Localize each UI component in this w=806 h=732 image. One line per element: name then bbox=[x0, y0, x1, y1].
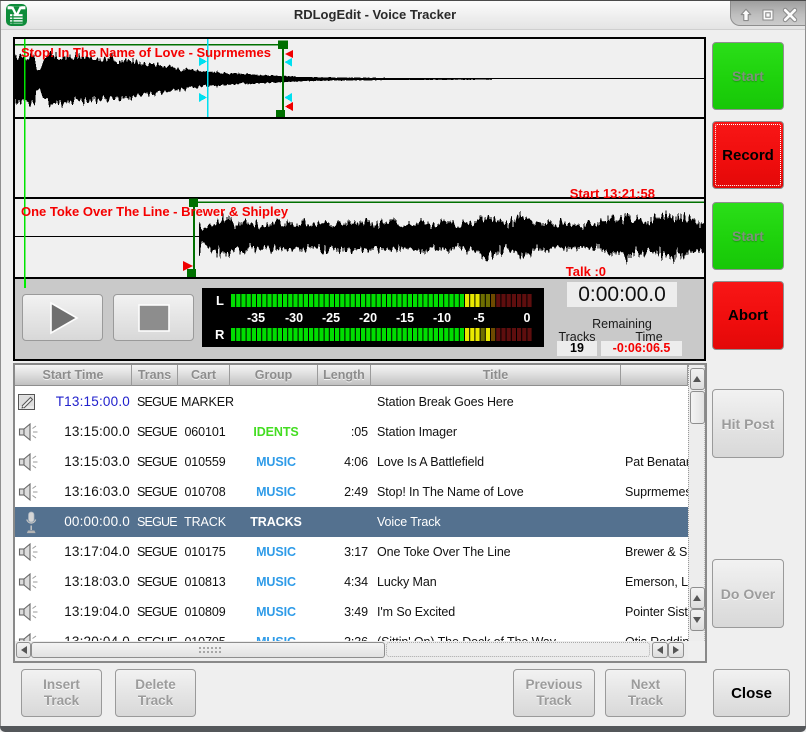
svg-text:-30: -30 bbox=[285, 311, 303, 325]
svg-text:-25: -25 bbox=[322, 311, 340, 325]
svg-text:-10: -10 bbox=[433, 311, 451, 325]
svg-text:-5: -5 bbox=[473, 311, 484, 325]
svg-text:0: 0 bbox=[524, 311, 531, 325]
svg-text:-35: -35 bbox=[247, 311, 265, 325]
svg-text:L: L bbox=[216, 293, 224, 308]
svg-text:-15: -15 bbox=[396, 311, 414, 325]
svg-text:-20: -20 bbox=[359, 311, 377, 325]
svg-text:R: R bbox=[215, 327, 225, 342]
